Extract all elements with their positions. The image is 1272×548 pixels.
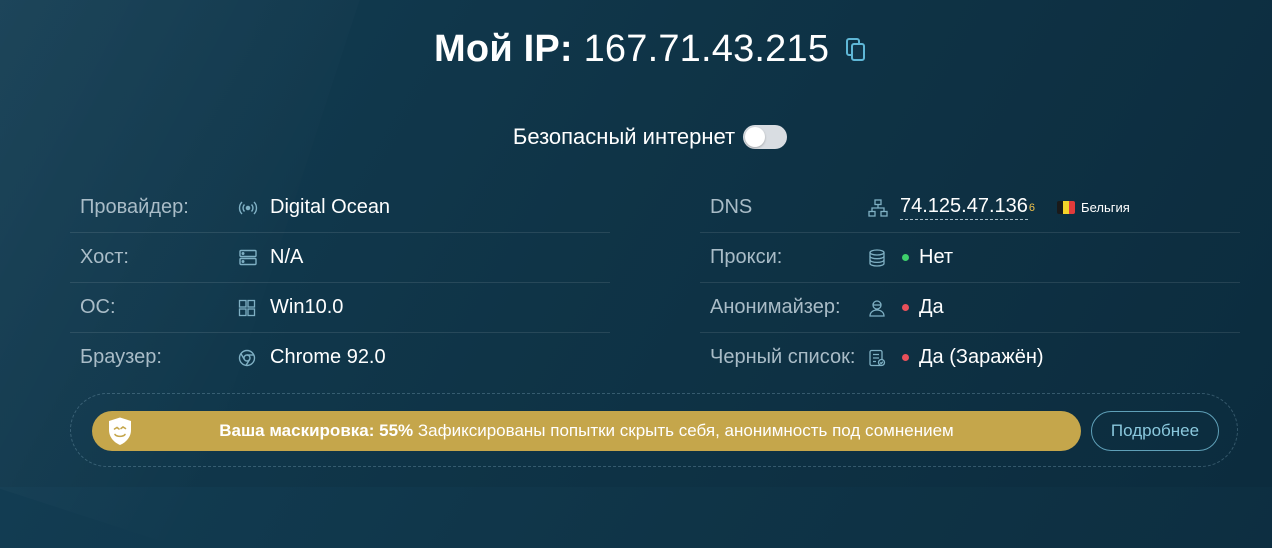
network-icon [868,198,900,217]
host-row: Хост: N/A [70,233,610,283]
disguise-text: Ваша маскировка: 55% Зафиксированы попыт… [92,421,1081,441]
connection-info-left: Провайдер: Digital Ocean Хост: N/A ОС: W… [70,183,610,382]
dns-value: 74.125.47.136 6 Бельгия [900,195,1130,220]
status-dot-red [902,354,909,361]
safe-internet-label: Безопасный интернет [512,124,736,149]
dns-server-count: 6 [1028,201,1036,214]
database-icon [868,248,900,267]
connection-info-right: DNS 74.125.47.136 6 Бельгия Прокси: Нет … [700,183,1240,382]
proxy-status-text: Нет [919,246,954,268]
toggle-knob [745,127,766,147]
page-title: Мой IP: 167.71.43.215 [0,28,1272,72]
disguise-description: Зафиксированы попытки скрыть себя, анони… [417,421,954,440]
dns-ip-link[interactable]: 74.125.47.136 [900,195,1028,220]
provider-row: Провайдер: Digital Ocean [70,183,610,233]
chrome-icon [238,349,270,367]
os-label: ОС: [80,296,116,318]
proxy-value: Нет [900,246,953,269]
title-prefix: Мой IP: [434,28,573,70]
blacklist-status-text: Да (Заражён) [919,346,1044,368]
safe-internet-toggle[interactable] [743,125,788,149]
list-check-icon [868,349,900,367]
belgium-flag-icon [1057,201,1076,214]
os-row: ОС: Win10.0 [70,283,610,333]
blacklist-label: Черный список: [710,346,856,368]
blacklist-value: Да (Заражён) [900,346,1044,369]
disguise-banner-container: Ваша маскировка: 55% Зафиксированы попыт… [70,393,1238,467]
proxy-row: Прокси: Нет [700,233,1240,283]
more-details-button[interactable]: Подробнее [1091,411,1219,451]
dns-row: DNS 74.125.47.136 6 Бельгия [700,183,1240,233]
disguise-score: Ваша маскировка: 55% [219,421,414,440]
status-dot-red [902,304,909,311]
copy-icon[interactable] [845,29,866,72]
signal-icon [238,200,270,216]
browser-label: Браузер: [80,346,162,368]
anonymizer-label: Анонимайзер: [710,296,841,318]
anonymizer-row: Анонимайзер: Да [700,283,1240,333]
anonymizer-value: Да [900,296,944,319]
os-value: Win10.0 [270,296,344,318]
proxy-label: Прокси: [710,246,783,268]
host-label: Хост: [80,246,129,268]
status-dot-green [902,254,909,261]
browser-row: Браузер: Chrome 92.0 [70,333,610,382]
provider-label: Провайдер: [80,196,189,218]
safe-internet-row: Безопасный интернет [0,124,1272,150]
anonymizer-status-text: Да [919,296,944,318]
dns-country: Бельгия [1081,200,1130,215]
ip-address: 167.71.43.215 [583,28,830,70]
user-mask-icon [868,299,900,317]
blacklist-row: Черный список: Да (Заражён) [700,333,1240,382]
mask-icon [106,416,134,451]
dns-label: DNS [710,196,753,218]
browser-value: Chrome 92.0 [270,346,386,368]
provider-value: Digital Ocean [270,196,391,218]
host-value: N/A [270,246,304,268]
windows-icon [238,299,270,317]
server-icon [238,249,270,267]
disguise-banner: Ваша маскировка: 55% Зафиксированы попыт… [92,411,1081,451]
